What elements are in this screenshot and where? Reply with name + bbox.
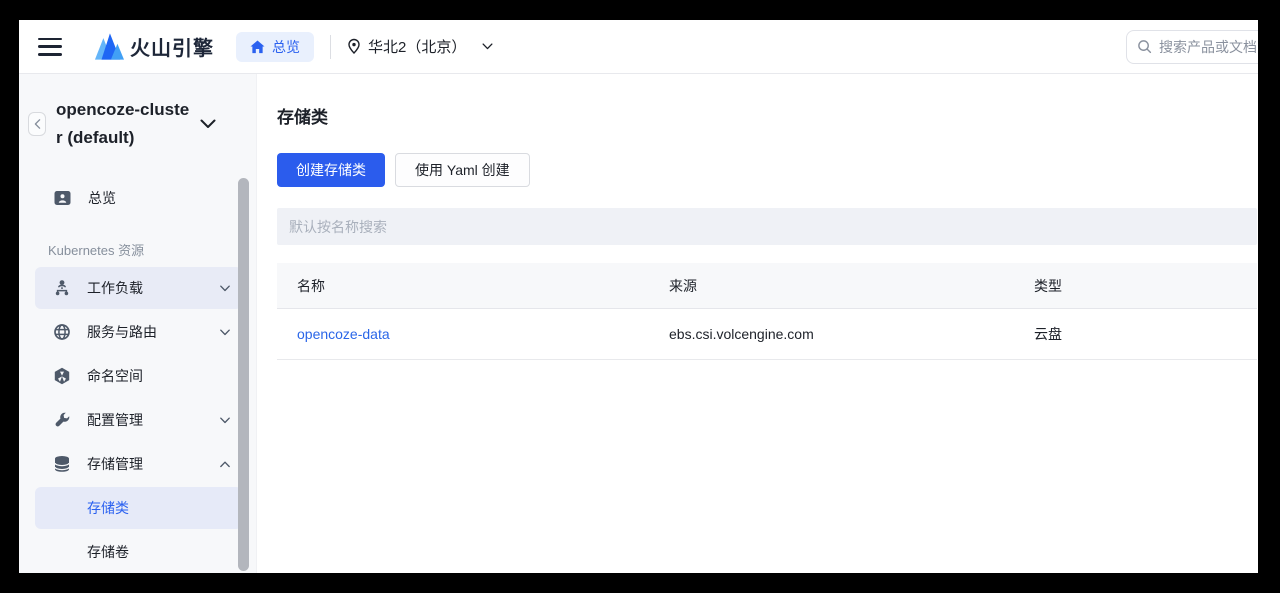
sidebar-section-label: Kubernetes 资源 <box>48 240 256 259</box>
sidebar-item-workloads[interactable]: 工作负载 <box>35 267 242 309</box>
location-pin-icon <box>346 38 362 55</box>
hamburger-menu-icon[interactable] <box>38 38 62 56</box>
main-content: 存储类 创建存储类 使用 Yaml 创建 名称 来源 类型 opencoze-d… <box>257 74 1258 573</box>
page-title: 存储类 <box>277 103 1258 128</box>
sidebar-item-config[interactable]: 配置管理 <box>35 399 242 441</box>
region-selector[interactable]: 华北2（北京） <box>346 36 493 57</box>
sidebar-item-storage[interactable]: 存储管理 <box>35 443 242 485</box>
row-type-cell: 云盘 <box>1014 324 1257 344</box>
cluster-name[interactable]: opencoze-cluster (default) <box>56 96 192 152</box>
sidebar: opencoze-cluster (default) 总览 Kubernetes… <box>19 74 257 573</box>
name-filter-input[interactable] <box>277 208 1257 245</box>
sidebar-item-storage-volumes[interactable]: 存储卷 <box>35 531 242 573</box>
network-globe-icon <box>53 323 71 341</box>
row-source-cell: ebs.csi.volcengine.com <box>649 326 1014 342</box>
filter-bar <box>277 208 1257 245</box>
table-row: opencoze-data ebs.csi.volcengine.com 云盘 <box>277 309 1257 360</box>
sidebar-item-label: 存储卷 <box>87 542 129 562</box>
chevron-down-icon <box>220 417 230 424</box>
volcengine-logo[interactable]: 火山引擎 <box>94 32 214 61</box>
namespace-hexagon-icon <box>53 367 71 385</box>
home-icon <box>250 40 265 54</box>
storage-class-table: 名称 来源 类型 opencoze-data ebs.csi.volcengin… <box>277 263 1257 360</box>
config-wrench-icon <box>53 411 71 429</box>
sidebar-item-namespaces[interactable]: 命名空间 <box>35 355 242 397</box>
sidebar-item-label: 总览 <box>88 188 116 208</box>
header-divider <box>330 35 331 59</box>
region-label: 华北2（北京） <box>368 36 466 57</box>
top-header: 火山引擎 总览 华北2（北京） <box>19 20 1258 74</box>
storage-class-link[interactable]: opencoze-data <box>297 326 390 342</box>
sidebar-item-label: 命名空间 <box>87 366 143 386</box>
sidebar-item-storage-classes[interactable]: 存储类 <box>35 487 242 529</box>
cluster-header: opencoze-cluster (default) <box>19 74 256 152</box>
sidebar-item-label: 工作负载 <box>87 278 143 298</box>
mountain-logo-icon <box>94 33 124 60</box>
sidebar-item-label: 存储类 <box>87 498 129 518</box>
table-header-row: 名称 来源 类型 <box>277 263 1257 309</box>
overview-card-icon <box>53 189 72 207</box>
create-with-yaml-button[interactable]: 使用 Yaml 创建 <box>395 153 530 187</box>
chevron-down-icon <box>220 329 230 336</box>
chevron-down-icon[interactable] <box>200 119 216 129</box>
column-header-source: 来源 <box>649 276 1014 296</box>
column-header-type: 类型 <box>1014 276 1257 296</box>
global-search-box[interactable] <box>1126 30 1258 64</box>
sidebar-item-services-routing[interactable]: 服务与路由 <box>35 311 242 353</box>
chevron-down-icon <box>220 285 230 292</box>
sidebar-scrollbar[interactable] <box>238 178 249 571</box>
console-window: 火山引擎 总览 华北2（北京） <box>19 20 1258 573</box>
sidebar-item-label: 存储管理 <box>87 454 143 474</box>
sidebar-item-overview[interactable]: 总览 <box>35 180 242 216</box>
workload-icon <box>53 279 71 297</box>
overview-badge[interactable]: 总览 <box>236 32 314 62</box>
storage-database-icon <box>53 455 71 473</box>
action-buttons: 创建存储类 使用 Yaml 创建 <box>277 153 1258 187</box>
global-search-input[interactable] <box>1159 39 1258 55</box>
chevron-down-icon <box>482 43 493 50</box>
chevron-up-icon <box>220 461 230 468</box>
logo-text: 火山引擎 <box>130 32 214 61</box>
search-icon <box>1137 39 1152 54</box>
create-storage-class-button[interactable]: 创建存储类 <box>277 153 385 187</box>
overview-badge-label: 总览 <box>272 37 300 57</box>
sidebar-collapse-button[interactable] <box>28 112 46 136</box>
sidebar-item-label: 配置管理 <box>87 410 143 430</box>
sidebar-item-label: 服务与路由 <box>87 322 157 342</box>
column-header-name: 名称 <box>277 276 649 296</box>
